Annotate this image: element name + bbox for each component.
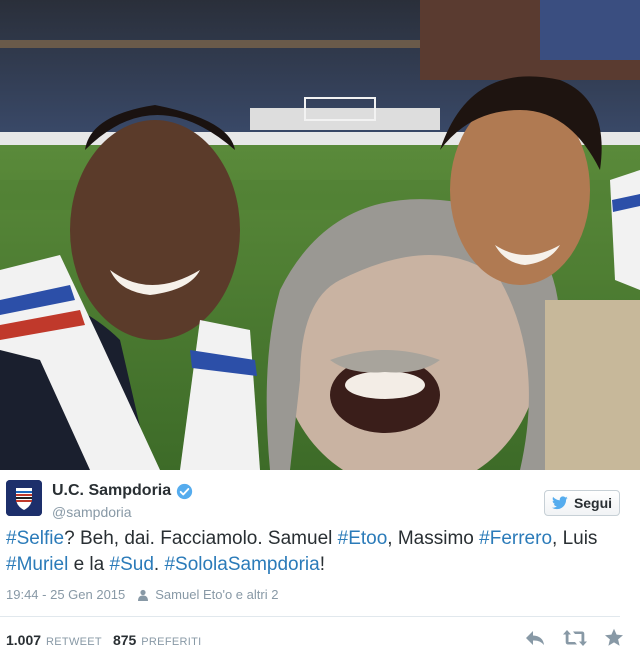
- tweet-text-segment: .: [153, 554, 165, 575]
- hashtag-link[interactable]: #Selfie: [6, 528, 64, 549]
- favorites-label[interactable]: PREFERITI: [141, 636, 201, 648]
- sampdoria-logo: [6, 480, 42, 516]
- hashtag-link[interactable]: #Sud: [110, 554, 154, 575]
- tweet-text-segment: !: [319, 554, 325, 575]
- timestamp[interactable]: 19:44 - 25 Gen 2015: [6, 587, 125, 602]
- tweet-meta: 19:44 - 25 Gen 2015 Samuel Eto'o e altri…: [6, 587, 278, 602]
- avatar[interactable]: [6, 480, 42, 516]
- person-tag-icon: [138, 589, 149, 601]
- user-handle[interactable]: @sampdoria: [52, 504, 132, 520]
- tweet-header: U.C. Sampdoria @sampdoria Segui: [6, 478, 634, 522]
- hashtag-link[interactable]: #SololaSampdoria: [164, 554, 319, 575]
- tweet-text-segment: , Massimo: [387, 528, 480, 549]
- tweet-text: #Selfie? Beh, dai. Facciamolo. Samuel #E…: [6, 526, 626, 578]
- tweet-photo[interactable]: [0, 0, 640, 470]
- verified-badge-icon: [176, 483, 193, 499]
- tweet-text-segment: , Luis: [552, 528, 598, 549]
- star-icon[interactable]: [604, 628, 624, 647]
- tweet-text-segment: ? Beh, dai. Facciamolo. Samuel: [64, 528, 338, 549]
- hashtag-link[interactable]: #Muriel: [6, 554, 68, 575]
- favorites-count[interactable]: 875: [113, 632, 136, 648]
- tagged-people[interactable]: Samuel Eto'o e altri 2: [155, 587, 278, 602]
- name-row: U.C. Sampdoria: [52, 482, 193, 500]
- tweet-card: U.C. Sampdoria @sampdoria Segui #Selfie?…: [0, 470, 640, 666]
- hashtag-link[interactable]: #Etoo: [338, 528, 388, 549]
- follow-label: Segui: [573, 495, 613, 511]
- follow-button[interactable]: Segui: [544, 490, 620, 516]
- retweets-label[interactable]: RETWEET: [46, 636, 102, 648]
- display-name[interactable]: U.C. Sampdoria: [52, 482, 171, 500]
- retweets-count[interactable]: 1.007: [6, 632, 41, 648]
- tweet-actions: [524, 628, 624, 647]
- divider: [0, 616, 620, 617]
- twitter-bird-icon: [551, 496, 568, 510]
- reply-icon[interactable]: [524, 629, 546, 647]
- tweet-text-segment: e la: [68, 554, 110, 575]
- hashtag-link[interactable]: #Ferrero: [479, 528, 552, 549]
- tweet-stats: 1.007 RETWEET 875 PREFERITI: [6, 632, 201, 648]
- retweet-icon[interactable]: [562, 629, 588, 647]
